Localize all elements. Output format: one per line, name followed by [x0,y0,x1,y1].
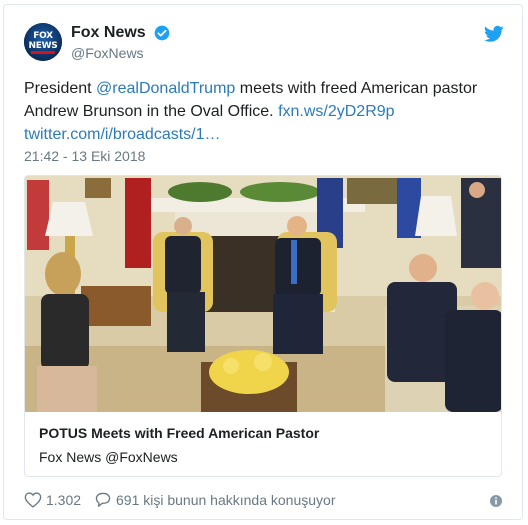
like-action[interactable]: 1.302 [24,492,81,508]
conversation-action[interactable]: 691 kişi bunun hakkında konuşuyor [94,492,335,508]
twitter-bird-icon[interactable] [484,25,504,43]
embedded-tweet: FOX NEWS Fox News @FoxNews President @re… [3,4,523,520]
verified-badge-icon [154,25,170,41]
link-card[interactable]: POTUS Meets with Freed American Pastor F… [24,175,502,477]
mention-link[interactable]: @realDonaldTrump [96,80,235,97]
tweet-text: President @realDonaldTrump meets with fr… [24,77,504,146]
tweet-header: FOX NEWS Fox News @FoxNews [24,21,504,65]
card-image[interactable] [25,176,502,412]
avatar-logo-text: FOX NEWS [24,31,62,51]
like-count: 1.302 [46,492,82,508]
card-title[interactable]: POTUS Meets with Freed American Pastor [39,425,319,441]
avatar-logo-bar [31,51,55,54]
reply-bubble-icon [95,492,111,507]
info-icon[interactable] [490,495,502,507]
avatar-logo-line2: NEWS [28,41,58,51]
user-handle[interactable]: @FoxNews [71,44,170,62]
tweet-text-part1: President [24,80,97,97]
avatar-logo-line1: FOX [33,31,53,41]
display-name[interactable]: Fox News [71,23,146,43]
broadcast-link[interactable]: twitter.com/i/broadcasts/1… [24,126,221,143]
author-block[interactable]: Fox News @FoxNews [71,23,170,62]
heart-icon [24,492,42,508]
card-author: Fox News @FoxNews [39,449,178,465]
tweet-actions: 1.302 691 kişi bunun hakkında konuşuyor [24,489,504,513]
conversation-text: 691 kişi bunun hakkında konuşuyor [116,492,336,508]
short-link[interactable]: fxn.ws/2yD2R9p [278,103,395,120]
tweet-timestamp[interactable]: 21:42 - 13 Eki 2018 [24,148,145,164]
avatar[interactable]: FOX NEWS [24,23,62,61]
